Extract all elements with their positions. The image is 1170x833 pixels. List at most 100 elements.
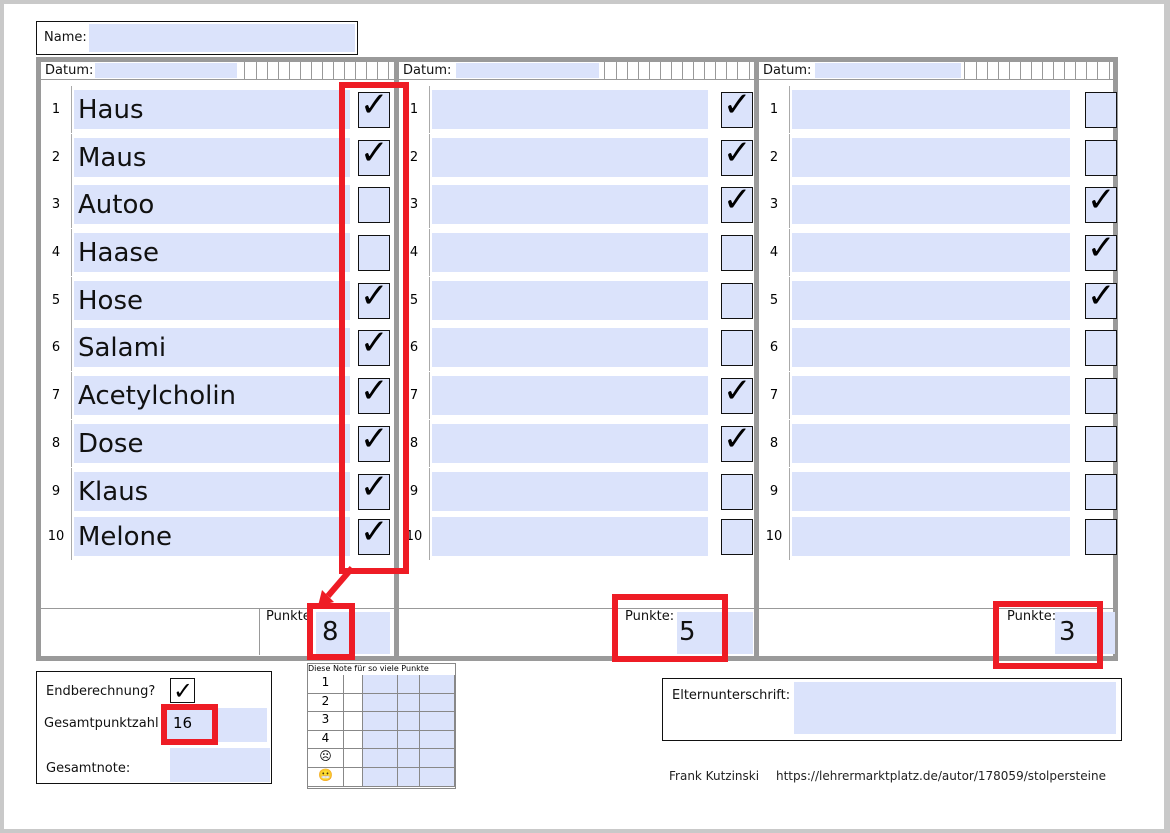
grade-label: 3 [308, 712, 344, 731]
date-field[interactable] [815, 63, 961, 78]
grade-points-cell[interactable] [363, 749, 398, 768]
answer-checkbox[interactable] [721, 474, 753, 510]
word-row: 4 ✓ [759, 228, 1117, 276]
date-label: Datum: [45, 63, 94, 78]
word-field[interactable] [432, 328, 708, 367]
grade-points-cell[interactable] [398, 675, 420, 694]
answer-checkbox[interactable]: ✓ [721, 133, 753, 176]
name-field[interactable] [89, 24, 355, 52]
row-number: 1 [759, 86, 790, 133]
date-grid-line [976, 62, 977, 79]
word-field[interactable] [432, 281, 708, 320]
row-number: 7 [41, 372, 72, 419]
grade-points-cell[interactable] [398, 749, 420, 768]
row-number: 10 [41, 513, 72, 560]
word-field[interactable] [432, 472, 708, 511]
answer-checkbox[interactable]: ✓ [721, 180, 753, 223]
highlight-total [161, 704, 218, 745]
parent-signature-box: Elternunterschrift: [662, 678, 1122, 741]
grade-points-cell[interactable] [420, 730, 455, 750]
word-field[interactable] [432, 90, 708, 129]
date-grid-line [278, 62, 279, 79]
date-grid-line [344, 62, 345, 79]
word-field[interactable] [792, 233, 1070, 272]
grade-points-cell[interactable] [363, 768, 398, 787]
answer-checkbox[interactable]: ✓ [1085, 228, 1117, 271]
answer-checkbox[interactable] [721, 330, 753, 366]
endberechnung-checkbox[interactable]: ✓ [170, 677, 195, 705]
grade-points-cell[interactable] [420, 768, 455, 787]
word-field[interactable] [432, 185, 708, 224]
word-row: 8 ✓ [399, 419, 754, 467]
word-field[interactable] [792, 517, 1070, 556]
word-row: 4 [399, 229, 754, 276]
date-field[interactable] [95, 63, 237, 78]
date-grid-line [649, 62, 650, 79]
word-field[interactable] [792, 376, 1070, 415]
word-field[interactable] [792, 472, 1070, 511]
grade-cell [344, 675, 363, 694]
grade-points-cell[interactable] [420, 675, 455, 694]
word-field[interactable] [792, 424, 1070, 463]
word-field[interactable] [432, 424, 708, 463]
grade-table-header: Diese Note für so viele Punkte [308, 664, 429, 673]
answer-checkbox[interactable] [1085, 92, 1117, 128]
grade-points-cell[interactable] [363, 730, 398, 750]
answer-checkbox[interactable]: ✓ [721, 419, 753, 462]
answer-checkbox[interactable]: ✓ [721, 85, 753, 128]
grade-points-cell[interactable] [363, 675, 398, 694]
answer-checkbox[interactable] [721, 235, 753, 271]
answer-checkbox[interactable] [1085, 474, 1117, 510]
grade-label: 1 [308, 675, 344, 694]
answer-checkbox[interactable] [1085, 426, 1117, 462]
grade-points-cell[interactable] [398, 712, 420, 731]
gesamtpunktzahl-label: Gesamtpunktzahl [44, 716, 159, 731]
grade-points-cell[interactable] [363, 693, 398, 713]
answer-checkbox[interactable]: ✓ [721, 371, 753, 414]
row-number: 3 [759, 181, 790, 228]
date-grid-line [660, 62, 661, 79]
answer-checkbox[interactable] [1085, 519, 1117, 555]
answer-checkbox[interactable]: ✓ [1085, 276, 1117, 319]
date-grid-line [604, 62, 605, 79]
word-field[interactable] [432, 233, 708, 272]
test-column-3: Datum: 1 2 3 ✓ 4 ✓ 5 ✓ 6 7 8 9 10 Punkte: 3 [759, 62, 1117, 658]
word-field[interactable] [792, 328, 1070, 367]
answer-checkbox[interactable] [721, 519, 753, 555]
answer-checkbox[interactable] [1085, 378, 1117, 414]
word-field[interactable] [792, 185, 1070, 224]
parent-signature-field[interactable] [794, 682, 1116, 734]
grade-points-cell[interactable] [420, 749, 455, 768]
highlight-column-1-checks [339, 82, 409, 574]
answer-checkbox[interactable] [1085, 140, 1117, 176]
word-field[interactable] [432, 517, 708, 556]
word-row: 1 ✓ [399, 85, 754, 133]
answer-checkbox[interactable] [1085, 330, 1117, 366]
word-text: Hose [78, 285, 143, 316]
row-number: 5 [759, 277, 790, 324]
word-field[interactable] [792, 281, 1070, 320]
grade-points-cell[interactable] [363, 712, 398, 731]
word-text: Klaus [78, 476, 149, 507]
date-grid-line [737, 62, 738, 79]
endberechnung-label: Endberechnung? [46, 684, 156, 699]
word-field[interactable] [432, 376, 708, 415]
date-grid-line [1064, 62, 1065, 79]
grade-points-cell[interactable] [398, 693, 420, 713]
gesamtnote-field[interactable] [170, 748, 270, 782]
word-field[interactable] [792, 90, 1070, 129]
answer-checkbox[interactable]: ✓ [1085, 180, 1117, 223]
answer-checkbox[interactable] [721, 283, 753, 319]
date-field[interactable] [456, 63, 599, 78]
check-icon: ✓ [1087, 180, 1116, 220]
date-grid-line [987, 62, 988, 79]
score-divider [259, 609, 260, 655]
grade-points-cell[interactable] [420, 693, 455, 713]
grade-points-cell[interactable] [420, 712, 455, 731]
grade-points-cell[interactable] [398, 768, 420, 787]
row-number: 6 [41, 324, 72, 371]
word-field[interactable] [792, 138, 1070, 177]
word-field[interactable] [432, 138, 708, 177]
date-label: Datum: [403, 63, 452, 78]
grade-points-cell[interactable] [398, 730, 420, 750]
